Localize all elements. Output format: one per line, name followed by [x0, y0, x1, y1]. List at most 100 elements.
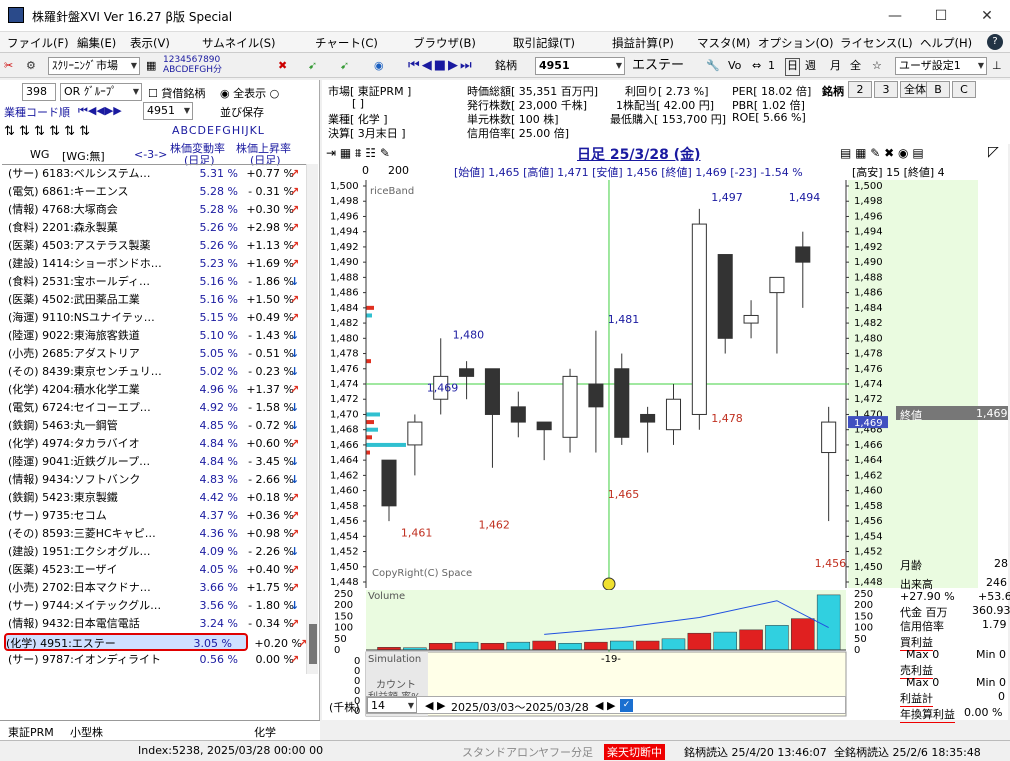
candle-body[interactable]: [562, 375, 578, 438]
menu-item-3[interactable]: サムネイル(S): [202, 35, 276, 51]
candle-body[interactable]: [795, 246, 811, 263]
playback-buttons[interactable]: ⏮◀■▶⏭: [408, 57, 474, 75]
list-item[interactable]: (サー) 9787:イオンディライト 0.56 % 0.00 % ↗: [8, 651, 299, 669]
list-item[interactable]: (電気) 6724:セイコーエプ… 4.92 % - 1.58 % ↓: [8, 399, 299, 417]
help-icon[interactable]: ?: [987, 34, 1003, 50]
list-scrollbar[interactable]: [306, 164, 318, 674]
corner-icon[interactable]: ◸: [988, 144, 999, 160]
candle-body[interactable]: [743, 314, 759, 324]
check-icon[interactable]: ✓: [620, 699, 633, 712]
candle-body[interactable]: [381, 459, 397, 507]
list-item[interactable]: (化学) 4204:積水化学工業 4.96 % +1.37 % ↗: [8, 381, 299, 399]
list-item[interactable]: (食料) 2201:森永製菓 5.26 % +2.98 % ↗: [8, 219, 299, 237]
star-button[interactable]: ☆: [872, 57, 882, 75]
list-nav-icon[interactable]: ⏮◀◀▶▶: [78, 104, 122, 118]
list-item[interactable]: (食料) 2531:宝ホールディ… 5.16 % - 1.86 % ↓: [8, 273, 299, 291]
month-button[interactable]: 月: [830, 57, 841, 75]
menu-item-4[interactable]: チャート(C): [315, 35, 378, 51]
screening-market-combo[interactable]: ｽｸﾘｰﾆﾝｸﾞ市場 ▼: [48, 57, 140, 75]
code-combo[interactable]: 4951 ▼: [143, 102, 193, 120]
wrench-icon[interactable]: 🔧: [706, 57, 720, 75]
vo-button[interactable]: Vo: [728, 57, 741, 75]
number-letter-buttons[interactable]: 1234567890 ABCDEFGH分: [163, 55, 222, 75]
sort-label[interactable]: 業種コード順: [4, 104, 70, 120]
draw-icon[interactable]: ➹: [340, 57, 349, 75]
day-button[interactable]: 日: [785, 58, 800, 76]
all-button[interactable]: 全: [850, 57, 861, 75]
list-item[interactable]: (海運) 9110:NSユナイテッ… 5.15 % +0.49 % ↗: [8, 309, 299, 327]
list-item[interactable]: (サー) 6183:ベルシステム… 5.31 % +0.77 % ↗: [8, 165, 299, 183]
list-item[interactable]: (その) 8593:三菱HCキャピ… 4.36 % +0.98 % ↗: [8, 525, 299, 543]
user-settings-combo[interactable]: ユーザ設定1 ▼: [895, 57, 987, 75]
show-all-radio[interactable]: ◉ 全表示 ○: [220, 85, 279, 101]
nav-label[interactable]: <-3->: [134, 148, 167, 161]
save-order-button[interactable]: 並び保存: [220, 104, 264, 120]
candle-body[interactable]: [640, 413, 656, 423]
period-nav-icon[interactable]: ◀ ▶: [425, 699, 445, 712]
candle-body[interactable]: [588, 383, 604, 408]
list-item[interactable]: (医薬) 4503:アステラス製薬 5.26 % +1.13 % ↗: [8, 237, 299, 255]
candle-body[interactable]: [717, 254, 733, 339]
sort-icons[interactable]: ⇅ ⇅ ⇅ ⇅ ⇅ ⇅: [4, 124, 90, 139]
menu-item-0[interactable]: ファイル(F): [7, 35, 69, 51]
arrow-button[interactable]: ⇔: [752, 57, 761, 75]
candle-body[interactable]: [536, 421, 552, 431]
list-item[interactable]: (情報) 9434:ソフトバンク 4.83 % - 2.66 % ↓: [8, 471, 299, 489]
candle-body[interactable]: [691, 223, 707, 415]
menu-item-2[interactable]: 表示(V): [130, 35, 170, 51]
list-item[interactable]: (鉄鋼) 5463:丸一鋼管 4.85 % - 0.72 % ↓: [8, 417, 299, 435]
maximize-button[interactable]: ☐: [918, 0, 964, 32]
candle-body[interactable]: [665, 398, 682, 431]
list-item[interactable]: (小売) 2702:日本マクドナ… 3.66 % +1.75 % ↗: [8, 579, 299, 597]
candle-body[interactable]: [459, 368, 475, 377]
list-item[interactable]: (小売) 2685:アダストリア 5.05 % - 0.51 % ↓: [8, 345, 299, 363]
column-letters[interactable]: ABCDEFGHIJKL: [172, 124, 265, 137]
pin-icon[interactable]: ⊥: [992, 57, 1002, 75]
candle-body[interactable]: [484, 368, 500, 415]
period-combo[interactable]: 14 ▼: [367, 697, 417, 713]
list-item[interactable]: (その) 8439:東京センチュリ… 5.02 % - 0.23 % ↓: [8, 363, 299, 381]
info-tab-0[interactable]: 2: [848, 81, 872, 98]
list-item[interactable]: (情報) 9432:日本電信電話 3.24 % - 0.34 % ↗: [8, 615, 299, 633]
chart-right-icons[interactable]: ▤ ▦ ✎ ✖ ◉ ▤: [840, 146, 924, 160]
list-item[interactable]: (陸運) 9041:近鉄グループ… 4.84 % - 3.45 % ↓: [8, 453, 299, 471]
candle-body[interactable]: [769, 276, 785, 294]
close-button[interactable]: ✕: [964, 0, 1010, 32]
candle-body[interactable]: [407, 421, 423, 446]
week-button[interactable]: 週: [805, 57, 816, 75]
list-item[interactable]: (電気) 6861:キーエンス 5.28 % - 0.31 % ↗: [8, 183, 299, 201]
one-button[interactable]: 1: [768, 57, 775, 75]
info-tab-1[interactable]: 3: [874, 81, 898, 98]
cut-icon[interactable]: ✂: [4, 57, 13, 75]
list-item[interactable]: (化学) 4951:エステー 3.05 % +0.20 % ↗: [4, 633, 307, 651]
menu-item-6[interactable]: 取引記録(T): [513, 35, 575, 51]
menu-item-10[interactable]: ライセンス(L): [840, 35, 913, 51]
list-item[interactable]: (医薬) 4502:武田薬品工業 5.16 % +1.50 % ↗: [8, 291, 299, 309]
candle-body[interactable]: [614, 368, 630, 438]
menu-item-8[interactable]: マスタ(M): [697, 35, 750, 51]
menu-item-9[interactable]: オプション(O): [758, 35, 834, 51]
candle-body[interactable]: [821, 421, 837, 454]
wg-none-label[interactable]: [WG:無]: [62, 148, 105, 164]
tool-icon[interactable]: ✖: [278, 57, 287, 75]
menu-item-5[interactable]: ブラウザ(B): [413, 35, 476, 51]
minimize-button[interactable]: —: [872, 0, 918, 32]
menu-item-11[interactable]: ヘルプ(H): [920, 35, 972, 51]
stock-code-combo[interactable]: 4951 ▼: [535, 57, 625, 75]
list-item[interactable]: (建設) 1951:エクシオグル… 4.09 % - 2.26 % ↓: [8, 543, 299, 561]
info-tab-3[interactable]: B: [926, 81, 950, 98]
cursor-marker[interactable]: [602, 577, 616, 591]
chart-tool-icons[interactable]: ⇥ ▦ ⩩ ☷ ✎: [326, 146, 390, 161]
list-item[interactable]: (サー) 9744:メイテックグル… 3.56 % - 1.80 % ↓: [8, 597, 299, 615]
list-number[interactable]: 398: [22, 83, 56, 101]
menu-item-7[interactable]: 損益計算(P): [612, 35, 674, 51]
candle-body[interactable]: [510, 406, 526, 423]
list-item[interactable]: (建設) 1414:ショーボンドホ… 5.23 % +1.69 % ↗: [8, 255, 299, 273]
list-item[interactable]: (陸運) 9022:東海旅客鉄道 5.10 % - 1.43 % ↓: [8, 327, 299, 345]
list-item[interactable]: (情報) 4768:大塚商会 5.28 % +0.30 % ↗: [8, 201, 299, 219]
list-item[interactable]: (医薬) 4523:エーザイ 4.05 % +0.40 % ↗: [8, 561, 299, 579]
cursor-icon[interactable]: ➹: [308, 57, 317, 75]
grid-icon[interactable]: ▦: [146, 57, 156, 75]
list-item[interactable]: (化学) 4974:タカラバイオ 4.84 % +0.60 % ↗: [8, 435, 299, 453]
period-nav2-icon[interactable]: ◀ ▶: [595, 699, 615, 712]
